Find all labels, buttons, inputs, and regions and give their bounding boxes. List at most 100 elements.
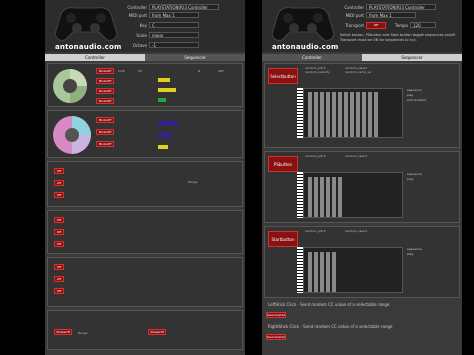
step-bar[interactable] xyxy=(320,177,324,217)
tab-sequencer[interactable]: Sequencer xyxy=(362,54,462,61)
mode-toggle[interactable]: ModeOff xyxy=(96,68,114,74)
step-bar[interactable] xyxy=(314,92,318,137)
side-controls: sequence play xyxy=(407,247,421,257)
transport-toggle[interactable]: Off xyxy=(366,22,386,29)
sequencer-2: PSbutton random_pitch random_select sequ… xyxy=(264,151,460,223)
scale-select[interactable]: major xyxy=(149,32,199,38)
left-stick-click-note: LeftStick Click - Send random CC value o… xyxy=(268,302,390,307)
sequencer-1: Selectbutton random_pitch random_velocit… xyxy=(264,63,460,148)
max-value: 127 xyxy=(218,69,224,73)
transport-label: Transport xyxy=(345,23,364,28)
off-button[interactable]: Off xyxy=(54,217,64,223)
step-grid[interactable] xyxy=(303,88,403,138)
select-button-toggle[interactable]: Selectbutton xyxy=(268,68,298,84)
step-bar[interactable] xyxy=(332,252,336,292)
face-buttons-section: Off Off Off Range xyxy=(47,161,243,207)
midi-port-select[interactable]: from Max 1 xyxy=(149,12,199,18)
off-button[interactable]: Off xyxy=(54,229,64,235)
help-text: Select button, PSbutton and Start button… xyxy=(340,33,456,42)
ps-button-toggle[interactable]: PSbutton xyxy=(268,156,298,172)
ch-label: CH xyxy=(138,69,143,73)
random-ramp-up-label: random_ramp_up xyxy=(345,70,372,74)
step-bar[interactable] xyxy=(326,92,330,137)
step-bar[interactable] xyxy=(326,177,330,217)
tempo-label: Tempo xyxy=(394,23,408,28)
step-grid[interactable] xyxy=(303,247,403,293)
mode-toggle[interactable]: ModeOff xyxy=(96,117,114,123)
range-label: Range xyxy=(78,331,88,335)
random-select-label: random_select xyxy=(345,154,368,158)
gamepad-icon xyxy=(271,7,335,41)
step-bar[interactable] xyxy=(332,177,336,217)
mode-toggle[interactable]: ModeOff xyxy=(96,88,114,94)
midi-port-label: MIDI port xyxy=(345,13,364,18)
step-bar[interactable] xyxy=(374,92,378,137)
step-bar[interactable] xyxy=(314,252,318,292)
xy-pad-icon[interactable] xyxy=(52,68,88,104)
midi-port-select[interactable]: from Max 1 xyxy=(366,12,416,18)
mode-toggle[interactable]: ModeOff xyxy=(96,141,114,147)
step-grid[interactable] xyxy=(303,172,403,218)
step-bar[interactable] xyxy=(308,252,312,292)
step-bar[interactable] xyxy=(308,177,312,217)
start-button-toggle[interactable]: Startbutton xyxy=(268,231,298,247)
min-value: 0 xyxy=(198,69,200,73)
right-stick-click-note: RightStick Click - Send random CC value … xyxy=(268,324,393,329)
random-select-label: random_select xyxy=(345,229,368,233)
mode-toggle[interactable]: ModeOff xyxy=(96,98,114,104)
left-stick-section: ModeOff ModeOff ModeOff ModeOff CC# CH 0… xyxy=(47,63,243,107)
step-bar[interactable] xyxy=(338,177,342,217)
mode-toggle[interactable]: ModeOff xyxy=(96,129,114,135)
tab-controller[interactable]: Controller xyxy=(45,54,145,61)
step-bar[interactable] xyxy=(350,92,354,137)
shake-section: ShakeOff Range ShakeOff xyxy=(47,310,243,350)
step-bar[interactable] xyxy=(356,92,360,137)
shoulder-buttons-section: Off Off Off xyxy=(47,210,243,254)
off-button[interactable]: Off xyxy=(54,168,64,174)
header: antonaudio.com Controller PLAYSTATION(R)… xyxy=(262,0,462,52)
step-bar[interactable] xyxy=(344,92,348,137)
mode-toggle[interactable]: ModeOff xyxy=(96,78,114,84)
random-velocity-label: random_velocity xyxy=(305,70,330,74)
off-button[interactable]: Off xyxy=(54,264,64,270)
step-bar[interactable] xyxy=(320,92,324,137)
controller-select[interactable]: PLAYSTATION(R)3 Controller xyxy=(366,4,436,10)
tab-bar: Controller Sequencer xyxy=(262,54,462,61)
off-button[interactable]: Off xyxy=(54,288,64,294)
midi-port-label: MIDI port xyxy=(128,13,147,18)
xy-pad-icon[interactable] xyxy=(52,115,92,155)
header: antonaudio.com Controller PLAYSTATION(R)… xyxy=(45,0,245,52)
tab-sequencer[interactable]: Sequencer xyxy=(145,54,245,61)
deactivated-toggle[interactable]: Deactivated xyxy=(266,312,286,318)
random-pitch-label: random_pitch xyxy=(305,229,326,233)
controller-select[interactable]: PLAYSTATION(R)3 Controller xyxy=(149,4,219,10)
step-bar[interactable] xyxy=(320,252,324,292)
off-button[interactable]: Off xyxy=(54,180,64,186)
key-select[interactable]: C xyxy=(149,22,199,28)
step-bar[interactable] xyxy=(338,92,342,137)
random-pitch-label: random_pitch xyxy=(305,154,326,158)
off-button[interactable]: Off xyxy=(54,192,64,198)
shake-toggle[interactable]: ShakeOff xyxy=(148,329,166,335)
deactivated-toggle[interactable]: Deactivated xyxy=(266,334,286,340)
off-button[interactable]: Off xyxy=(54,276,64,282)
shake-toggle[interactable]: ShakeOff xyxy=(54,329,72,335)
octave-label: Octave xyxy=(132,43,147,48)
tempo-input[interactable]: 120 xyxy=(410,22,436,28)
sequencer-panel: antonaudio.com Controller PLAYSTATION(R)… xyxy=(262,0,462,355)
step-bar[interactable] xyxy=(308,92,312,137)
tab-bar: Controller Sequencer xyxy=(45,54,245,61)
cc-label: CC# xyxy=(118,69,125,73)
step-bar[interactable] xyxy=(326,252,330,292)
side-controls: sequence play sort duration xyxy=(407,88,426,103)
octave-select[interactable]: -1 xyxy=(149,42,199,48)
tab-controller[interactable]: Controller xyxy=(262,54,362,61)
scale-label: Scale xyxy=(136,33,147,38)
step-bar[interactable] xyxy=(314,177,318,217)
value-bar xyxy=(158,78,170,82)
step-bar[interactable] xyxy=(362,92,366,137)
value-bar xyxy=(158,88,176,92)
step-bar[interactable] xyxy=(332,92,336,137)
off-button[interactable]: Off xyxy=(54,241,64,247)
step-bar[interactable] xyxy=(368,92,372,137)
